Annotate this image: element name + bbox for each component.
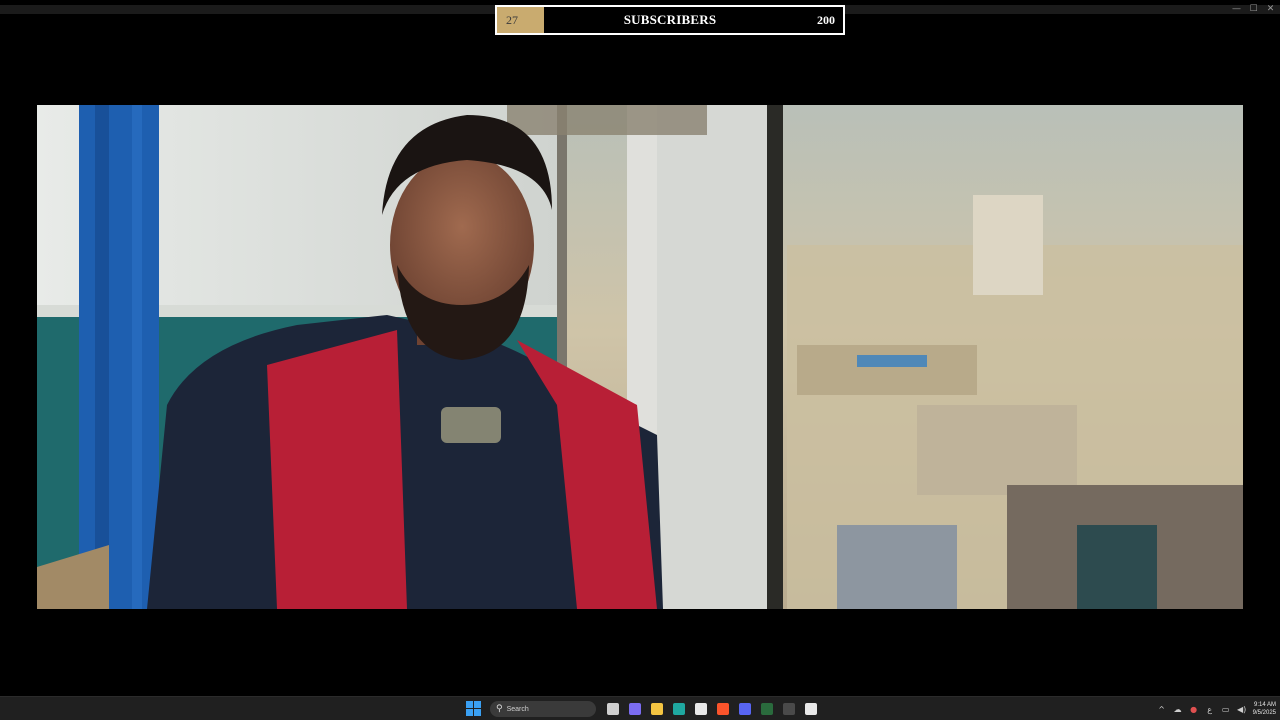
excel-icon [761, 703, 773, 715]
taskbar-app-button[interactable] [736, 700, 754, 718]
clock[interactable]: 9:14 AM 9/5/2025 [1253, 701, 1276, 717]
windows-logo-icon [474, 701, 481, 708]
taskbar-app-button[interactable] [802, 700, 820, 718]
volume-icon[interactable]: ◀) [1237, 705, 1247, 714]
taskbar-app-button[interactable] [648, 700, 666, 718]
windows-logo-icon [466, 701, 473, 708]
taskbar-app-button[interactable] [758, 700, 776, 718]
goal-label: SUBSCRIBERS [623, 12, 717, 27]
goal-target-count: 200 [817, 13, 835, 27]
edge-icon [673, 703, 685, 715]
taskbar: ⚲ Search ^ ☁ ● ع ▭ ◀) 9:14 AM 9/5/2025 [0, 696, 1280, 720]
streaming-app-icon [805, 703, 817, 715]
taskbar-app-button[interactable] [780, 700, 798, 718]
file-explorer-icon [651, 703, 663, 715]
network-icon[interactable]: ▭ [1221, 705, 1231, 714]
taskbar-app-button[interactable] [626, 700, 644, 718]
microphone-icon[interactable]: ● [1189, 705, 1199, 714]
clock-date: 9/5/2025 [1252, 710, 1276, 716]
maximize-button[interactable]: ☐ [1248, 4, 1259, 14]
taskbar-app-button[interactable] [604, 700, 622, 718]
copilot-icon [629, 703, 641, 715]
task-view-icon [607, 703, 619, 715]
brave-icon [717, 703, 729, 715]
taskbar-app-button[interactable] [714, 700, 732, 718]
taskbar-search[interactable]: ⚲ Search [490, 701, 596, 717]
subscriber-goal-bar: 27 SUBSCRIBERS 200 [495, 5, 845, 35]
taskbar-app-button[interactable] [670, 700, 688, 718]
store-icon [695, 703, 707, 715]
video-scene [37, 105, 1243, 609]
search-icon: ⚲ [496, 704, 503, 714]
video-frame [37, 105, 1243, 609]
capture-icon [783, 703, 795, 715]
clock-time: 9:14 AM [1253, 702, 1276, 708]
language-indicator[interactable]: ع [1205, 705, 1215, 714]
window-controls: — ☐ ✕ [1231, 4, 1276, 14]
close-button[interactable]: ✕ [1265, 4, 1276, 14]
start-button[interactable] [464, 700, 482, 718]
pinned-apps [604, 700, 820, 718]
tray-overflow-chevron-icon[interactable]: ^ [1157, 705, 1167, 714]
windows-logo-icon [474, 709, 481, 716]
taskbar-app-button[interactable] [692, 700, 710, 718]
cloud-sync-icon[interactable]: ☁ [1173, 705, 1183, 714]
taskbar-center: ⚲ Search [464, 699, 820, 719]
discord-icon [739, 703, 751, 715]
minimize-button[interactable]: — [1231, 4, 1242, 14]
windows-logo-icon [466, 709, 473, 716]
search-placeholder: Search [506, 705, 529, 713]
system-tray: ^ ☁ ● ع ▭ ◀) 9:14 AM 9/5/2025 [1157, 699, 1276, 719]
